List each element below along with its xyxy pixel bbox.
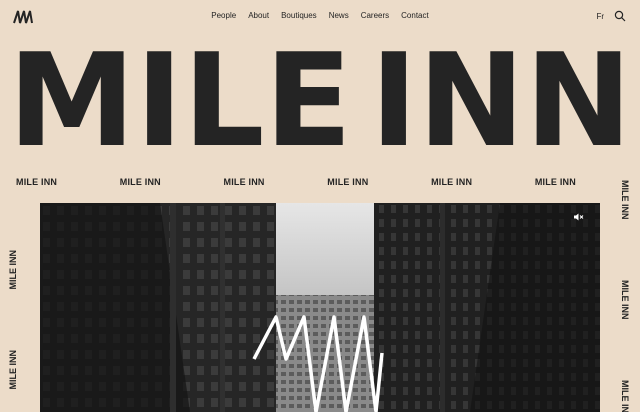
ticker-vertical-right: MILE INN [620,280,630,320]
search-icon[interactable] [614,10,626,22]
ticker-vertical-left: MILE INN [8,250,18,290]
ticker-item: MILE INN [327,177,369,187]
hero-word-inn: INN [370,27,632,176]
nav-news[interactable]: News [329,11,349,20]
video-frame [40,203,600,412]
main-nav: People About Boutiques News Careers Cont… [0,11,640,20]
ticker-item: MILE INN [119,177,161,187]
hero-word-mile: MILE [8,27,352,176]
hero-title: MILE INN [8,27,632,176]
ticker-item: MILE INN [431,177,473,187]
ticker-vertical-right: MILE INN [620,380,630,412]
language-toggle[interactable]: Fr [596,12,604,21]
nav-about[interactable]: About [248,11,269,20]
ticker-vertical-left: MILE INN [8,350,18,390]
ticker-item: MILE INN [16,177,58,187]
nav-boutiques[interactable]: Boutiques [281,11,317,20]
ticker-item: MILE INN [534,177,576,187]
ticker-vertical-right: MILE INN [620,180,630,220]
hero-video[interactable] [40,203,600,412]
mute-icon[interactable] [574,213,584,221]
nav-careers[interactable]: Careers [361,11,389,20]
nav-people[interactable]: People [211,11,236,20]
ticker-row: MILE INN MILE INN MILE INN MILE INN MILE… [16,177,576,187]
ticker-item: MILE INN [223,177,265,187]
nav-contact[interactable]: Contact [401,11,429,20]
